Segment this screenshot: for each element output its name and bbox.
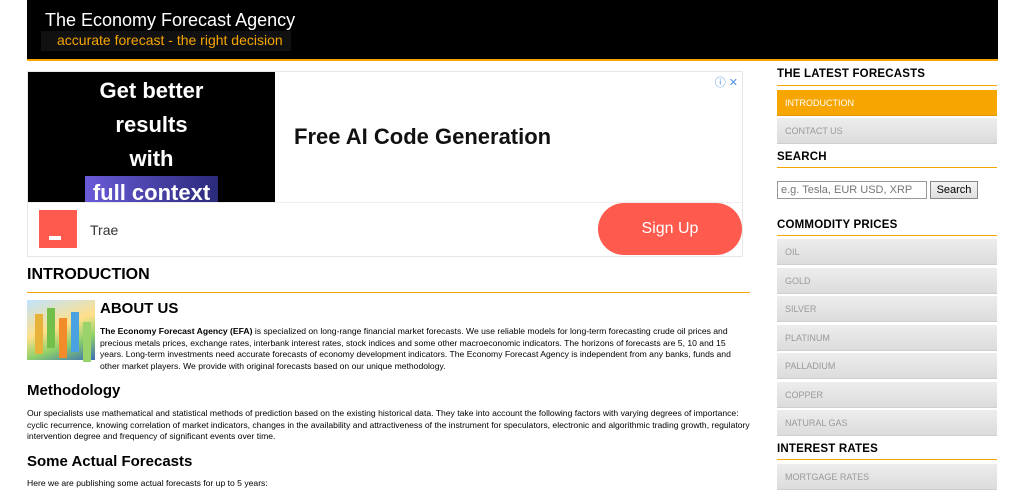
site-title[interactable]: The Economy Forecast Agency: [45, 10, 295, 30]
ad-image-line: full context: [84, 176, 219, 202]
sidebar-item-contact[interactable]: CONTACT US: [777, 118, 997, 144]
ad-image[interactable]: Get better results with full context: [28, 72, 275, 202]
methodology-paragraph: Our specialists use mathematical and sta…: [27, 408, 750, 441]
sidebar-heading-latest: THE LATEST FORECASTS: [777, 68, 926, 80]
trae-logo-icon[interactable]: [39, 210, 77, 248]
ad-image-line: results: [115, 112, 188, 137]
sidebar-item-gold[interactable]: GOLD: [777, 268, 997, 294]
search-input[interactable]: [777, 181, 927, 199]
sidebar-item-silver[interactable]: SILVER: [777, 296, 997, 322]
sidebar-divider: [777, 235, 997, 236]
about-image: [27, 300, 95, 360]
sidebar-item-oil[interactable]: OIL: [777, 239, 997, 265]
ad-headline[interactable]: Free AI Code Generation: [294, 124, 551, 150]
sidebar-divider: [777, 85, 997, 86]
search-button[interactable]: Search: [930, 181, 978, 199]
about-bold-name: The Economy Forecast Agency (EFA): [100, 326, 253, 336]
sidebar-item-introduction[interactable]: INTRODUCTION: [777, 90, 997, 116]
forecasts-heading: Some Actual Forecasts: [27, 453, 193, 470]
sidebar-item-copper[interactable]: COPPER: [777, 382, 997, 408]
ad-signup-button[interactable]: Sign Up: [598, 203, 742, 255]
ad-banner[interactable]: Get better results with full context ⓘ ✕…: [27, 71, 743, 257]
sidebar-divider: [777, 167, 997, 168]
about-paragraph: The Economy Forecast Agency (EFA) is spe…: [100, 326, 750, 372]
sidebar-divider: [777, 459, 997, 460]
sidebar-item-platinum[interactable]: PLATINUM: [777, 325, 997, 351]
header-divider: [27, 59, 998, 61]
sidebar-item-mortgage-rates[interactable]: MORTGAGE RATES: [777, 464, 997, 490]
title-divider: [27, 292, 750, 293]
sidebar-heading-commodity: COMMODITY PRICES: [777, 219, 898, 231]
page-title: INTRODUCTION: [27, 266, 150, 283]
sidebar-heading-interest: INTEREST RATES: [777, 443, 878, 455]
sidebar-item-palladium[interactable]: PALLADIUM: [777, 353, 997, 379]
site-tagline: accurate forecast - the right decision: [41, 31, 291, 51]
about-heading: ABOUT US: [100, 300, 179, 317]
site-header: The Economy Forecast Agency accurate for…: [27, 0, 998, 59]
ad-info-close-icons[interactable]: ⓘ ✕: [715, 74, 738, 90]
ad-image-line: Get better: [99, 78, 204, 103]
methodology-heading: Methodology: [27, 382, 121, 399]
ad-brand-name[interactable]: Trae: [90, 222, 118, 238]
sidebar-item-natural-gas[interactable]: NATURAL GAS: [777, 410, 997, 436]
ad-image-line: with: [129, 146, 174, 171]
sidebar-heading-search: SEARCH: [777, 151, 827, 163]
